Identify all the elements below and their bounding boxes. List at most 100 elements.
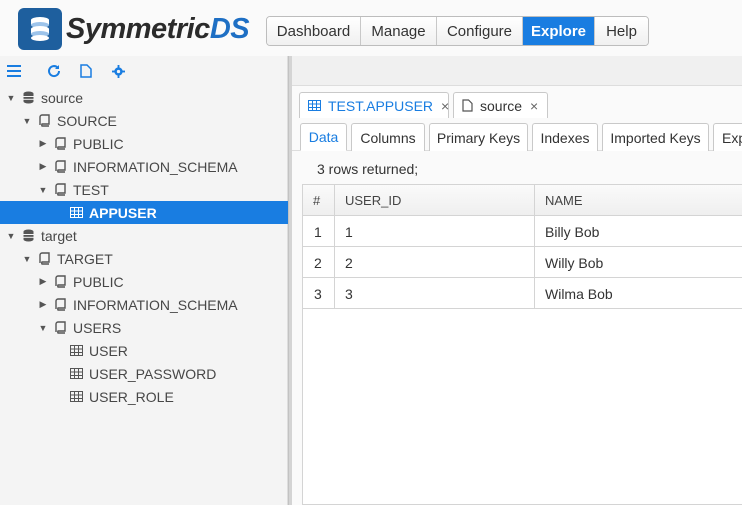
logo-text: SymmetricDS: [66, 12, 250, 45]
cell-user-id: 1: [335, 216, 535, 247]
caret-right-icon[interactable]: ▶: [37, 138, 49, 149]
tree-item-appuser[interactable]: APPUSER: [0, 201, 288, 224]
database-icon: [21, 229, 35, 243]
tree-item-label: SOURCE: [57, 112, 117, 129]
nav-dashboard-button[interactable]: Dashboard: [267, 17, 361, 45]
table-row[interactable]: 2 2 Willy Bob: [303, 247, 742, 278]
table-row[interactable]: 3 3 Wilma Bob: [303, 278, 742, 309]
tree-item-source[interactable]: ▼ SOURCE: [0, 109, 288, 132]
book-icon: [37, 252, 51, 266]
cell-user-id: 3: [335, 278, 535, 309]
tab-primary-keys[interactable]: Primary Keys: [429, 123, 528, 151]
caret-right-icon[interactable]: ▶: [37, 161, 49, 172]
book-icon: [53, 183, 67, 197]
nav-explore-button[interactable]: Explore: [523, 17, 595, 45]
tree-item-source[interactable]: ▼ source: [0, 86, 288, 109]
grid-header: # USER_ID NAME: [303, 185, 742, 216]
book-icon: [53, 160, 67, 174]
tab-data[interactable]: Data: [300, 123, 347, 151]
column-header-user-id[interactable]: USER_ID: [335, 185, 535, 216]
caret-right-icon[interactable]: ▶: [37, 276, 49, 287]
tree-item-label: INFORMATION_SCHEMA: [73, 158, 238, 175]
tree-item-target[interactable]: ▼ target: [0, 224, 288, 247]
tree-item-test[interactable]: ▼ TEST: [0, 178, 288, 201]
tab-columns[interactable]: Columns: [351, 123, 425, 151]
tree-item-label: target: [41, 227, 77, 244]
tab-label: source: [480, 97, 523, 114]
tree-item-label: TARGET: [57, 250, 113, 267]
database-stack-icon: [18, 8, 62, 50]
tree-item-user-role[interactable]: USER_ROLE: [0, 385, 288, 408]
results-grid[interactable]: # USER_ID NAME 1 1 Billy Bob 2 2 Willy B…: [302, 184, 742, 505]
caret-down-icon[interactable]: ▼: [21, 116, 33, 126]
tree-item-label: source: [41, 89, 84, 106]
column-header-index[interactable]: #: [303, 185, 335, 216]
data-tab-content: 3 rows returned; # USER_ID NAME 1 1 Bill…: [292, 151, 742, 505]
nav-configure-button[interactable]: Configure: [437, 17, 523, 45]
table-icon: [308, 100, 321, 111]
tree-item-user[interactable]: USER: [0, 339, 288, 362]
tree-item-public[interactable]: ▶ PUBLIC: [0, 132, 288, 155]
cell-index: 2: [303, 247, 335, 278]
tree-item-target[interactable]: ▼ TARGET: [0, 247, 288, 270]
caret-down-icon[interactable]: ▼: [21, 254, 33, 264]
tree-item-label: USER: [89, 342, 128, 359]
tree-item-label: PUBLIC: [73, 273, 124, 290]
book-icon: [53, 275, 67, 289]
refresh-icon[interactable]: [44, 61, 64, 81]
table-detail-tabs: Data Columns Primary Keys Indexes Import…: [292, 118, 742, 151]
book-icon: [53, 137, 67, 151]
main-nav: Dashboard Manage Configure Explore Help: [266, 16, 649, 46]
tree-item-information-schema[interactable]: ▶ INFORMATION_SCHEMA: [0, 293, 288, 316]
tab-label: TEST.APPUSER: [328, 97, 434, 114]
tree-item-label: APPUSER: [89, 204, 157, 221]
column-header-name[interactable]: NAME: [535, 185, 742, 216]
table-row[interactable]: 1 1 Billy Bob: [303, 216, 742, 247]
book-icon: [53, 321, 67, 335]
table-icon: [69, 206, 83, 220]
tree-item-label: USER_ROLE: [89, 388, 174, 405]
database-tree-panel: ▼ source ▼ SOURCE ▶ PUBLIC ▶ INFORMATION_SCHEMA…: [0, 56, 288, 505]
document-icon[interactable]: [76, 61, 96, 81]
caret-down-icon[interactable]: ▼: [5, 93, 17, 103]
gear-icon[interactable]: [108, 61, 128, 81]
explore-panel: TEST.APPUSER × source × Data Columns Pri…: [292, 56, 742, 505]
nav-help-button[interactable]: Help: [595, 17, 648, 45]
tab-indexes[interactable]: Indexes: [532, 123, 598, 151]
table-icon: [69, 344, 83, 358]
tab-source[interactable]: source ×: [453, 92, 548, 118]
tree-item-label: INFORMATION_SCHEMA: [73, 296, 238, 313]
table-icon: [69, 390, 83, 404]
tab-exported-keys[interactable]: Exp: [713, 123, 742, 151]
book-icon: [53, 298, 67, 312]
cell-index: 1: [303, 216, 335, 247]
menu-icon[interactable]: [4, 61, 24, 81]
tree-item-user-password[interactable]: USER_PASSWORD: [0, 362, 288, 385]
tab-test-appuser[interactable]: TEST.APPUSER ×: [299, 92, 449, 118]
close-icon[interactable]: ×: [530, 98, 538, 114]
tree-item-information-schema[interactable]: ▶ INFORMATION_SCHEMA: [0, 155, 288, 178]
database-icon: [21, 91, 35, 105]
tree-item-users[interactable]: ▼ USERS: [0, 316, 288, 339]
tree-item-label: PUBLIC: [73, 135, 124, 152]
document-icon: [462, 99, 473, 112]
document-tabs: TEST.APPUSER × source ×: [292, 86, 742, 118]
cell-name: Wilma Bob: [545, 285, 613, 302]
close-icon[interactable]: ×: [441, 98, 449, 114]
query-toolbar-area: [292, 56, 742, 86]
tree-toolbar: [0, 56, 287, 86]
cell-name: Willy Bob: [545, 254, 604, 271]
cell-name: Billy Bob: [545, 223, 600, 240]
book-icon: [37, 114, 51, 128]
caret-right-icon[interactable]: ▶: [37, 299, 49, 310]
caret-down-icon[interactable]: ▼: [37, 185, 49, 195]
tab-imported-keys[interactable]: Imported Keys: [602, 123, 709, 151]
nav-manage-button[interactable]: Manage: [361, 17, 437, 45]
tree-item-public[interactable]: ▶ PUBLIC: [0, 270, 288, 293]
app-header: SymmetricDS Dashboard Manage Configure E…: [0, 0, 742, 56]
rows-returned-label: 3 rows returned;: [317, 161, 419, 177]
symmetricds-logo: SymmetricDS: [18, 8, 250, 50]
caret-down-icon[interactable]: ▼: [5, 231, 17, 241]
tree-item-label: USERS: [73, 319, 122, 336]
caret-down-icon[interactable]: ▼: [37, 323, 49, 333]
